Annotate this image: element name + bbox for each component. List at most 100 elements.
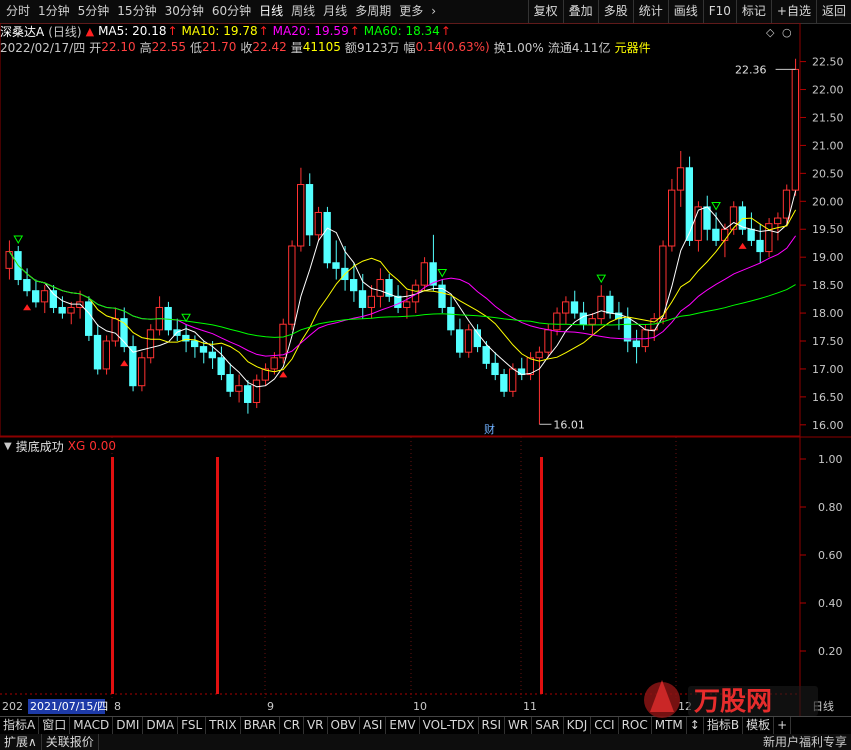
quote-date: 2022/02/17/四 [0,40,86,55]
period-toolbar: 分时 1分钟 5分钟 15分钟 30分钟 60分钟 日线 周线 月线 多周期 更多 › 复权 叠加 多股 统计… [0,0,851,24]
ma-up-arrow-icon: ↑ [349,24,360,38]
month-label: 9 [267,700,274,713]
volume-value: 41105 [302,40,341,54]
toolbar-button-8[interactable]: 返回 [815,0,851,23]
candle-body [244,385,252,403]
high-label: 高 [139,40,152,55]
sell-arrow-icon [13,235,24,245]
indicator-tab-17[interactable]: KDJ [564,717,592,734]
toolbar-button-6[interactable]: 标记 [735,0,771,23]
candle-body [782,189,791,219]
period-tab-7[interactable]: 周线 [287,0,319,23]
candle-body [517,368,526,376]
buy-arrow-icon [120,360,129,367]
candle-body [553,312,561,331]
price-axis-label: 17.00 [812,363,844,376]
period-tab-5[interactable]: 60分钟 [208,0,255,23]
indicator-tab-6[interactable]: TRIX [206,717,241,734]
ma-up-arrow-icon: ↑ [440,24,451,38]
candle-body [403,301,411,308]
candle-body [235,385,243,392]
indicator-tab-13[interactable]: VOL-TDX [420,717,479,734]
candle-body [58,306,66,314]
indicator-tab-14[interactable]: RSI [479,717,506,734]
candle-body [217,357,225,376]
candle-body [456,329,464,353]
toolbar-button-2[interactable]: 多股 [597,0,633,23]
close-label: 收 [240,40,253,55]
more-arrow-icon[interactable]: › [427,0,440,23]
month-label: 10 [413,700,427,713]
candle-body [358,290,367,308]
indicator-tab-8[interactable]: CR [280,717,304,734]
candle-body [482,346,490,364]
indicator-tab-16[interactable]: SAR [532,717,564,734]
ma-legend-0: MA5: 20.18 [98,24,167,38]
period-tab-4[interactable]: 30分钟 [161,0,208,23]
toolbar-button-7[interactable]: +自选 [770,0,816,23]
candle-body [32,290,40,303]
toolbar-button-1[interactable]: 叠加 [562,0,598,23]
toolbar-button-0[interactable]: 复权 [527,0,563,23]
indicator-tab-0[interactable]: 指标A [0,717,40,734]
period-tab-0[interactable]: 分时 [0,0,34,23]
price-axis-label: 22.00 [812,84,844,97]
period-tab-10[interactable]: 更多 [395,0,427,23]
indicator-tab-2[interactable]: MACD [70,717,114,734]
indicator-tab-4[interactable]: DMA [143,717,179,734]
month-label: 8 [114,700,121,713]
candle-body [606,295,614,314]
period-tab-9[interactable]: 多周期 [351,0,395,23]
toolbar-button-3[interactable]: 统计 [632,0,668,23]
toolbar-button-5[interactable]: F10 [702,0,736,23]
indicator-tab-9[interactable]: VR [304,717,328,734]
low-price-label: 16.01 [553,418,585,431]
candle-body [659,245,667,320]
candle-body [623,318,632,342]
date-prefix: 202 [2,700,23,713]
candle-body [314,211,322,236]
candle-body [305,184,314,236]
period-tab-8[interactable]: 月线 [319,0,351,23]
user-welfare-link[interactable]: 新用户福利专享 [759,734,851,750]
indicator-tab-3[interactable]: DMI [113,717,144,734]
volume-label: 量 [290,40,303,55]
indicator-tab-10[interactable]: OBV [328,717,361,734]
ma-up-arrow-icon: ↑ [167,24,178,38]
indicator-tab-1[interactable]: 窗口 [39,717,71,734]
candle-body [562,301,570,314]
candle-body [747,228,755,241]
indicator-tab-11[interactable]: ASI [360,717,387,734]
period-tab-2[interactable]: 5分钟 [74,0,114,23]
indicator-tab-5[interactable]: FSL [178,717,207,734]
candle-body [509,368,517,392]
price-axis-label: 17.50 [812,335,844,348]
candle-body [297,184,305,247]
collapse-icon[interactable]: ▼ [4,441,12,452]
candle-body [367,295,375,308]
candle-body [632,340,641,348]
ma-legend: MA5: 20.18 ↑ MA10: 19.78 ↑ MA20: 19.59 ↑ MA60:… [98,24,455,38]
candle-body [491,362,499,376]
sector-link[interactable]: 元器件 [615,39,651,56]
period-tab-6[interactable]: 日线 [255,0,287,23]
change-value: 0.14(0.63%) [415,40,490,54]
indicator-tab-18[interactable]: CCI [591,717,619,734]
price-axis-label: 20.50 [812,167,844,180]
related-reports-button[interactable]: 关联报价 [42,734,99,750]
candle-body [350,279,358,292]
expand-button[interactable]: 扩展∧ [0,734,42,750]
toolbar-button-4[interactable]: 画线 [667,0,703,23]
candle-body [191,340,199,348]
period-tab-3[interactable]: 15分钟 [113,0,160,23]
candle-body [23,279,31,292]
amount-value: 9123万 [356,40,400,55]
indicator-tab-12[interactable]: EMV [386,717,420,734]
sell-arrow-icon [711,201,721,211]
period-tab-1[interactable]: 1分钟 [34,0,74,23]
candle-body [270,357,278,370]
price-axis-label: 16.00 [812,419,844,432]
indicator-tab-15[interactable]: WR [505,717,533,734]
indicator-tab-7[interactable]: BRAR [241,717,281,734]
float-cap-value: 流通4.11亿 [547,40,611,55]
